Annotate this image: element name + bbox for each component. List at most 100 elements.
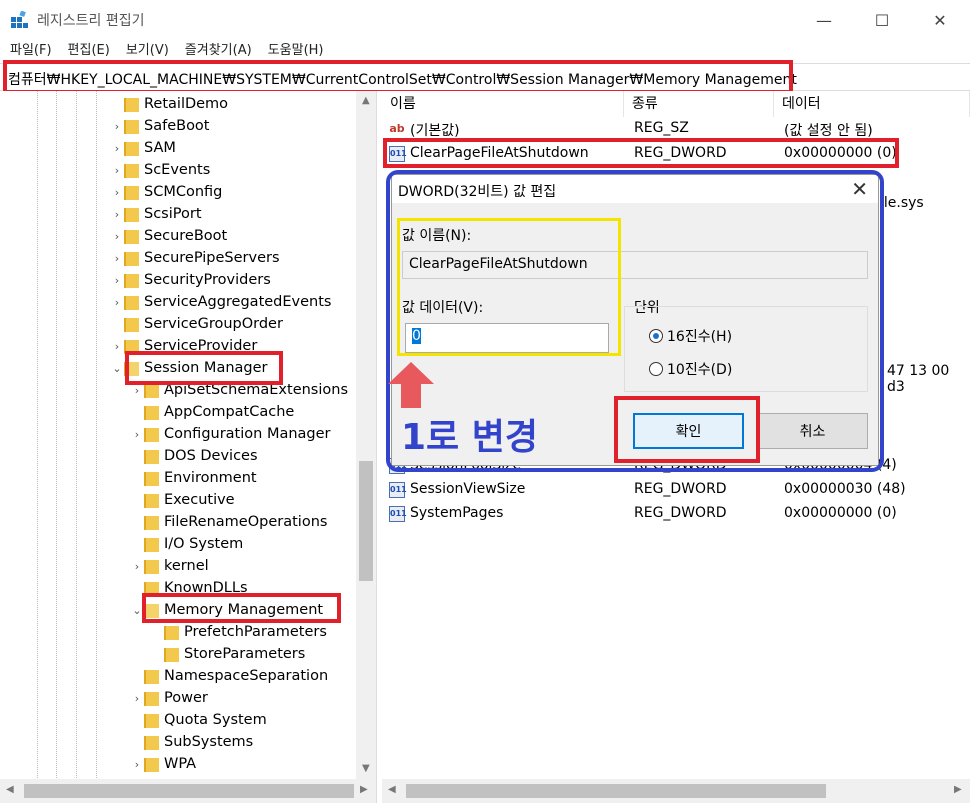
chevron-right-icon[interactable]: › (130, 692, 144, 705)
chevron-right-icon[interactable]: › (110, 120, 124, 133)
scroll-left-icon[interactable]: ◀ (6, 784, 14, 795)
menu-view[interactable]: 보기(V) (126, 40, 169, 62)
ok-button[interactable]: 확인 (633, 413, 744, 449)
menu-edit[interactable]: 편집(E) (68, 40, 110, 62)
list-item[interactable]: 011 SessionViewSize REG_DWORD 0x00000030… (382, 478, 970, 502)
folder-icon (124, 338, 139, 354)
tree-item-namespaceseparation[interactable]: NamespaceSeparation (130, 665, 328, 687)
tree-item-i-o-system[interactable]: I/O System (130, 533, 243, 555)
tree-item-label: DOS Devices (164, 448, 258, 464)
chevron-right-icon[interactable]: › (110, 252, 124, 265)
tree-item-configuration-manager[interactable]: › Configuration Manager (130, 423, 331, 445)
chevron-right-icon[interactable]: › (110, 142, 124, 155)
tree-item-secureboot[interactable]: › SecureBoot (110, 225, 227, 247)
chevron-right-icon[interactable]: › (110, 296, 124, 309)
tree-item-storeparameters[interactable]: StoreParameters (150, 643, 305, 665)
tree-item-label: SecurityProviders (144, 272, 271, 288)
scroll-down-icon[interactable]: ▼ (362, 763, 370, 774)
menu-file[interactable]: 파일(F) (10, 40, 52, 62)
tree-item-serviceprovider[interactable]: › ServiceProvider (110, 335, 257, 357)
scroll-right-icon[interactable]: ▶ (954, 784, 962, 795)
list-hscroll-thumb[interactable] (406, 784, 826, 798)
scroll-right-icon[interactable]: ▶ (360, 784, 368, 795)
column-header-name[interactable]: 이름 (382, 91, 624, 117)
chevron-down-icon[interactable]: ⌄ (130, 604, 144, 617)
tree-item-memory-management[interactable]: ⌄ Memory Management (130, 599, 323, 621)
value-name: SessionViewSize (410, 481, 526, 497)
chevron-right-icon[interactable]: › (110, 230, 124, 243)
folder-icon (144, 536, 159, 552)
column-header-data[interactable]: 데이터 (774, 91, 970, 117)
radio-hexadecimal[interactable]: 16진수(H) (649, 326, 732, 346)
tree-item-kernel[interactable]: › kernel (130, 555, 209, 577)
folder-icon (124, 250, 139, 266)
folder-icon (144, 668, 159, 684)
scroll-left-icon[interactable]: ◀ (388, 784, 396, 795)
list-horizontal-scrollbar[interactable]: ◀ ▶ (382, 779, 970, 803)
tree-item-securepipeservers[interactable]: › SecurePipeServers (110, 247, 280, 269)
tree-item-scevents[interactable]: › ScEvents (110, 159, 210, 181)
chevron-right-icon[interactable]: › (110, 186, 124, 199)
tree-item-servicegrouporder[interactable]: ServiceGroupOrder (110, 313, 283, 335)
tree-item-retaildemo[interactable]: RetailDemo (110, 93, 228, 115)
tree-item-environment[interactable]: Environment (130, 467, 257, 489)
tree-item-securityproviders[interactable]: › SecurityProviders (110, 269, 271, 291)
value-data-input[interactable]: 0 (405, 323, 609, 353)
tree-item-appcompatcache[interactable]: AppCompatCache (130, 401, 294, 423)
radio-dec-label: 10진수(D) (667, 362, 733, 378)
chevron-right-icon[interactable]: › (130, 560, 144, 573)
cancel-button[interactable]: 취소 (757, 413, 868, 449)
tree-item-session-manager[interactable]: ⌄ Session Manager (110, 357, 268, 379)
tree-vertical-scrollbar[interactable]: ▲ ▼ (356, 91, 376, 779)
tree-hscroll-thumb[interactable] (24, 784, 354, 798)
menu-help[interactable]: 도움말(H) (268, 40, 324, 62)
tree-item-dos-devices[interactable]: DOS Devices (130, 445, 258, 467)
chevron-right-icon[interactable]: › (110, 164, 124, 177)
tree-item-apisetschemaextensions[interactable]: › ApiSetSchemaExtensions (130, 379, 348, 401)
tree-item-label: Environment (164, 470, 257, 486)
list-item[interactable]: 011 SystemPages REG_DWORD 0x00000000 (0) (382, 502, 970, 526)
list-item[interactable]: 011 ClearPageFileAtShutdown REG_DWORD 0x… (382, 142, 970, 166)
menu-favorites[interactable]: 즐겨찾기(A) (185, 40, 252, 62)
tree-item-executive[interactable]: Executive (130, 489, 235, 511)
minimize-button[interactable]: — (795, 0, 853, 40)
radio-decimal[interactable]: 10진수(D) (649, 359, 732, 379)
tree-item-prefetchparameters[interactable]: PrefetchParameters (150, 621, 327, 643)
up-arrow-icon (388, 362, 434, 408)
tree-item-scmconfig[interactable]: › SCMConfig (110, 181, 222, 203)
tree-item-wpa[interactable]: › WPA (130, 753, 196, 775)
chevron-right-icon[interactable]: › (110, 340, 124, 353)
chevron-right-icon[interactable]: › (110, 208, 124, 221)
tree-item-safeboot[interactable]: › SafeBoot (110, 115, 210, 137)
tree-horizontal-scrollbar[interactable]: ◀ ▶ (0, 779, 376, 803)
dword-value-icon: 011 (389, 482, 407, 498)
chevron-right-icon[interactable]: › (130, 428, 144, 441)
tree-item-quota-system[interactable]: Quota System (130, 709, 267, 731)
tree-item-scsiport[interactable]: › ScsiPort (110, 203, 202, 225)
scroll-up-icon[interactable]: ▲ (362, 95, 370, 106)
folder-icon (144, 756, 159, 772)
maximize-button[interactable]: ☐ (853, 0, 911, 40)
chevron-right-icon[interactable]: › (110, 274, 124, 287)
tree-item-label: ServiceAggregatedEvents (144, 294, 332, 310)
tree-item-power[interactable]: › Power (130, 687, 208, 709)
dialog-close-icon[interactable]: ✕ (851, 177, 868, 201)
address-bar[interactable]: 컴퓨터₩HKEY_LOCAL_MACHINE₩SYSTEM₩CurrentCon… (0, 63, 970, 91)
tree-item-serviceaggregatedevents[interactable]: › ServiceAggregatedEvents (110, 291, 331, 313)
value-type: REG_DWORD (634, 145, 727, 161)
folder-icon (124, 96, 139, 112)
chevron-right-icon[interactable]: › (130, 758, 144, 771)
tree-item-knowndlls[interactable]: KnownDLLs (130, 577, 248, 599)
dword-value-icon: 011 (389, 146, 407, 162)
tree-scroll-thumb[interactable] (359, 461, 373, 581)
tree-item-label: StoreParameters (184, 646, 306, 662)
chevron-down-icon[interactable]: ⌄ (110, 362, 124, 375)
chevron-right-icon[interactable]: › (130, 384, 144, 397)
window-title: 레지스트리 편집기 (37, 13, 145, 29)
column-header-type[interactable]: 종류 (624, 91, 774, 117)
list-item[interactable]: ab (기본값) REG_SZ (값 설정 안 됨) (382, 117, 970, 141)
tree-item-subsystems[interactable]: SubSystems (130, 731, 253, 753)
close-button[interactable]: ✕ (911, 0, 969, 40)
tree-item-sam[interactable]: › SAM (110, 137, 176, 159)
tree-item-filerenameoperations[interactable]: FileRenameOperations (130, 511, 327, 533)
